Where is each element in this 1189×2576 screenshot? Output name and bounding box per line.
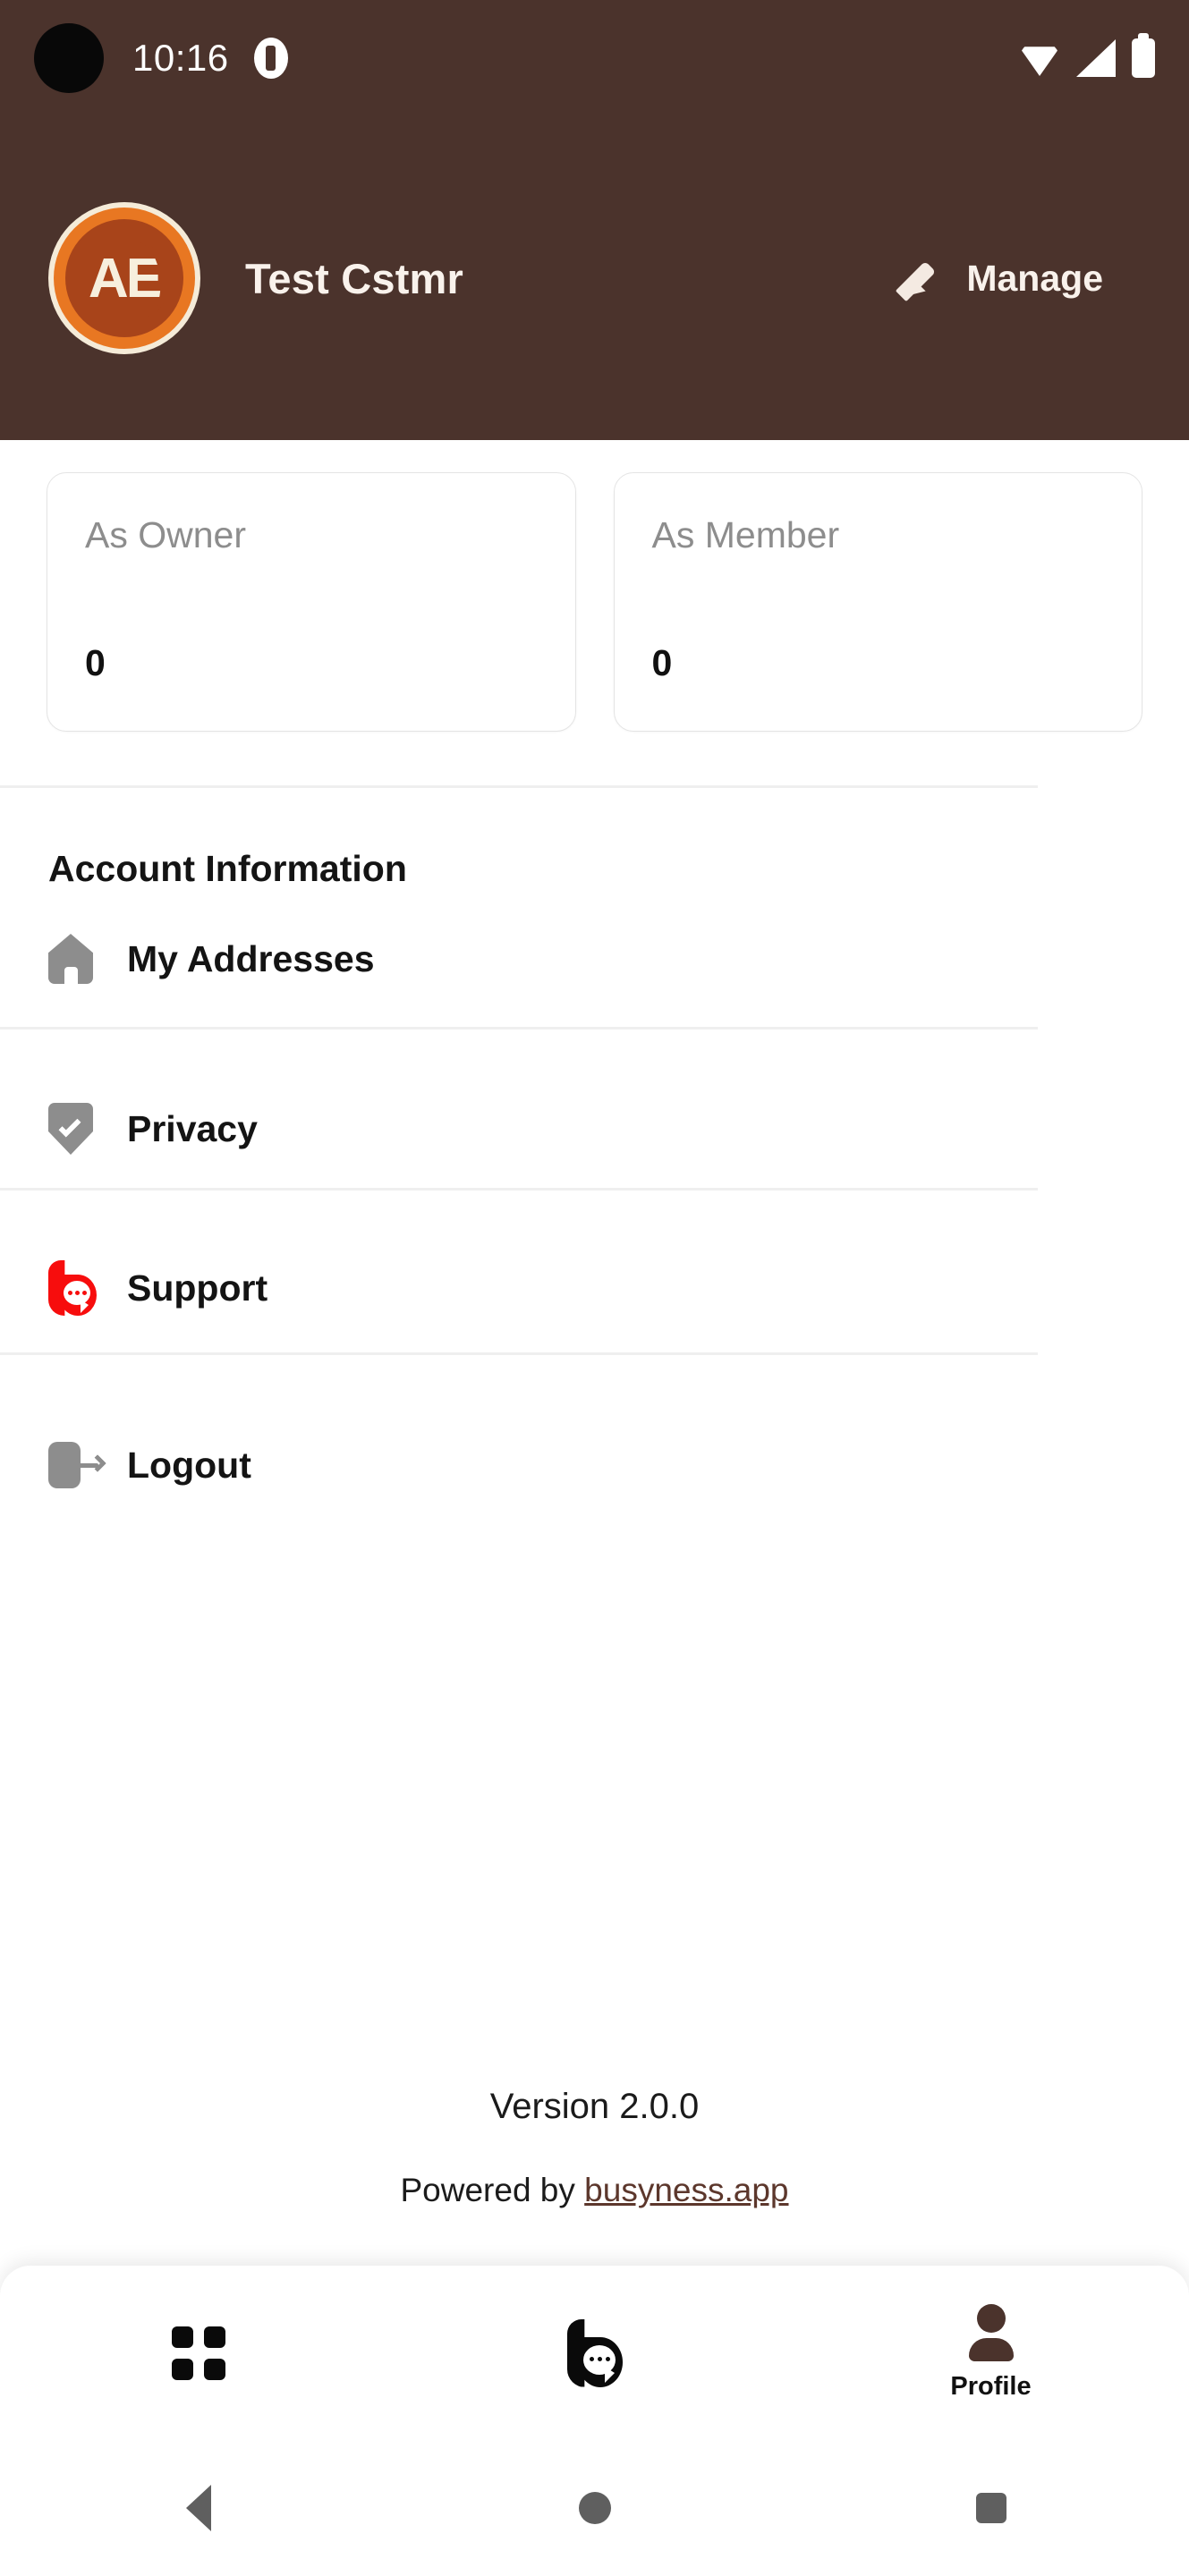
menu-item-label: My Addresses xyxy=(127,937,375,979)
manage-button[interactable]: Manage xyxy=(896,257,1141,302)
stat-card-member[interactable]: As Member 0 xyxy=(613,472,1142,732)
stat-card-label: As Member xyxy=(651,514,840,555)
busyness-b-icon xyxy=(566,2318,623,2387)
stat-card-value: 0 xyxy=(651,642,673,683)
menu-item-support[interactable]: Support xyxy=(0,1243,1189,1333)
menu-item-logout[interactable]: Logout xyxy=(0,1420,1189,1510)
cellular-signal-icon xyxy=(1076,39,1116,77)
app-screen: 10:16 AE Test Cstmr Manage As Owner 0 As… xyxy=(0,0,1189,2576)
stat-card-value: 0 xyxy=(85,642,106,683)
home-icon xyxy=(48,934,104,984)
back-icon xyxy=(185,2485,211,2531)
android-recents-button[interactable] xyxy=(793,2493,1189,2523)
camera-punch-hole xyxy=(34,23,104,93)
menu-item-label: Support xyxy=(127,1267,268,1309)
powered-by-prefix: Powered by xyxy=(400,2172,585,2208)
powered-by-text: Powered by busyness.app xyxy=(0,2172,1189,2209)
menu-item-privacy[interactable]: Privacy xyxy=(0,1084,1189,1174)
stat-card-label: As Owner xyxy=(85,514,246,555)
menu-item-label: Privacy xyxy=(127,1107,258,1149)
shield-check-icon xyxy=(48,1103,104,1155)
nav-tab-profile[interactable]: Profile xyxy=(793,2266,1189,2440)
android-system-nav xyxy=(0,2440,1189,2576)
nav-tab-dashboard[interactable] xyxy=(0,2266,396,2440)
menu-item-label: Logout xyxy=(127,1444,251,1486)
android-home-button[interactable] xyxy=(396,2492,793,2524)
recents-square-icon xyxy=(975,2493,1006,2523)
notification-badge-icon xyxy=(253,38,288,79)
section-divider xyxy=(0,785,1038,788)
logout-icon xyxy=(48,1440,106,1490)
avatar[interactable]: AE xyxy=(48,202,200,354)
nav-tab-busyness[interactable] xyxy=(396,2266,793,2440)
menu-divider xyxy=(0,1027,1038,1030)
stat-card-owner[interactable]: As Owner 0 xyxy=(47,472,576,732)
menu-item-my-addresses[interactable]: My Addresses xyxy=(0,914,1189,1004)
menu-divider xyxy=(0,1352,1038,1355)
pencil-icon xyxy=(896,257,947,302)
busyness-chat-icon xyxy=(48,1260,104,1316)
status-bar: 10:16 xyxy=(0,0,1189,116)
status-bar-indicators xyxy=(1019,33,1155,78)
wifi-icon xyxy=(1019,47,1060,76)
page-title: Test Cstmr xyxy=(245,254,464,302)
menu-divider xyxy=(0,1188,1038,1191)
grid-icon xyxy=(171,2326,225,2380)
person-icon xyxy=(962,2304,1021,2363)
nav-tab-label: Profile xyxy=(950,2372,1032,2401)
manage-button-label: Manage xyxy=(966,257,1103,299)
battery-icon xyxy=(1132,33,1155,78)
status-bar-clock: 10:16 xyxy=(132,37,229,79)
profile-header: AE Test Cstmr Manage xyxy=(0,116,1189,440)
android-back-button[interactable] xyxy=(0,2485,396,2531)
app-version: Version 2.0.0 xyxy=(489,2087,700,2126)
stat-cards: As Owner 0 As Member 0 xyxy=(0,472,1189,732)
bottom-navigation: Profile xyxy=(0,2266,1189,2440)
section-title-account-information: Account Information xyxy=(48,848,407,889)
busyness-app-link[interactable]: busyness.app xyxy=(584,2172,788,2208)
home-circle-icon xyxy=(578,2492,611,2524)
